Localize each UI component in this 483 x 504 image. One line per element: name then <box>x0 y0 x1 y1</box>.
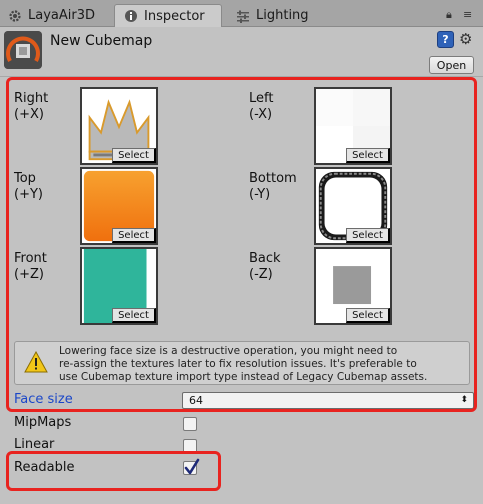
face-size-dropdown[interactable]: 64 ⬍ <box>182 392 474 409</box>
face-slot-left[interactable]: Select <box>314 87 392 165</box>
face-slot-front[interactable]: Select <box>80 247 158 325</box>
tab-inspector[interactable]: Inspector <box>114 4 222 27</box>
select-button-bottom[interactable]: Select <box>346 228 390 243</box>
select-button-top[interactable]: Select <box>112 228 156 243</box>
dropdown-arrow-icon: ⬍ <box>460 395 468 405</box>
face-slot-bottom[interactable]: Select <box>314 167 392 245</box>
open-button[interactable]: Open <box>429 56 474 74</box>
face-label-left: Left (-X) <box>249 91 273 123</box>
linear-checkbox[interactable] <box>183 439 197 453</box>
header-separator <box>0 76 483 77</box>
face-size-label: Face size <box>14 392 73 407</box>
warning-text: Lowering face size is a destructive oper… <box>59 345 467 384</box>
face-label-bottom: Bottom (-Y) <box>249 171 297 203</box>
face-label-front: Front (+Z) <box>14 251 47 283</box>
warning-icon <box>24 351 48 373</box>
warning-line: re-assign the textures later to fix reso… <box>59 358 417 370</box>
face-name: Left <box>249 91 274 106</box>
face-name: Front <box>14 251 47 266</box>
info-tab-icon <box>125 10 137 22</box>
select-button-back[interactable]: Select <box>346 308 390 323</box>
tab-label: LayaAir3D <box>28 8 95 23</box>
tab-label: Lighting <box>256 8 309 23</box>
lock-icon[interactable]: 🔒︎ <box>446 8 452 22</box>
face-slot-top[interactable]: Select <box>80 167 158 245</box>
asset-title: New Cubemap <box>50 33 153 49</box>
settings-gear-icon[interactable]: ⚙ <box>459 30 472 48</box>
face-axis: (-Z) <box>249 267 273 282</box>
face-label-top: Top (+Y) <box>14 171 43 203</box>
face-axis: (+Y) <box>14 187 43 202</box>
warning-line: use Cubemap texture import type instead … <box>59 371 428 383</box>
tab-label: Inspector <box>144 8 205 24</box>
face-name: Back <box>249 251 281 266</box>
linear-label: Linear <box>14 437 55 452</box>
sliders-tab-icon <box>237 10 249 23</box>
face-name: Bottom <box>249 171 297 186</box>
face-axis: (+X) <box>14 107 44 122</box>
face-axis: (-X) <box>249 107 273 122</box>
face-name: Top <box>14 171 36 186</box>
tab-menu-icon[interactable]: ≡ <box>463 8 472 21</box>
readable-checkbox[interactable] <box>183 458 200 475</box>
face-name: Right <box>14 91 49 106</box>
face-label-right: Right (+X) <box>14 91 48 123</box>
cubemap-asset-icon <box>4 31 42 69</box>
face-size-value: 64 <box>189 394 203 407</box>
warning-box: Lowering face size is a destructive oper… <box>14 341 470 385</box>
face-axis: (-Y) <box>249 187 271 202</box>
gear-tab-icon <box>9 9 21 22</box>
tab-layaair3d[interactable]: LayaAir3D <box>8 4 95 27</box>
readable-label: Readable <box>14 460 75 475</box>
select-button-front[interactable]: Select <box>112 308 156 323</box>
warning-line: Lowering face size is a destructive oper… <box>59 345 398 357</box>
select-button-right[interactable]: Select <box>112 148 156 163</box>
face-slot-back[interactable]: Select <box>314 247 392 325</box>
tab-lighting[interactable]: Lighting <box>236 4 309 27</box>
tab-bar: LayaAir3D Inspector Lighting 🔒︎ ≡ <box>0 0 483 27</box>
help-book-icon[interactable]: ? <box>437 31 454 48</box>
select-button-left[interactable]: Select <box>346 148 390 163</box>
face-axis: (+Z) <box>14 267 44 282</box>
checkmark-icon <box>184 458 200 475</box>
face-slot-right[interactable]: Select <box>80 87 158 165</box>
mipmaps-checkbox[interactable] <box>183 417 197 431</box>
mipmaps-label: MipMaps <box>14 415 72 430</box>
face-label-back: Back (-Z) <box>249 251 281 283</box>
